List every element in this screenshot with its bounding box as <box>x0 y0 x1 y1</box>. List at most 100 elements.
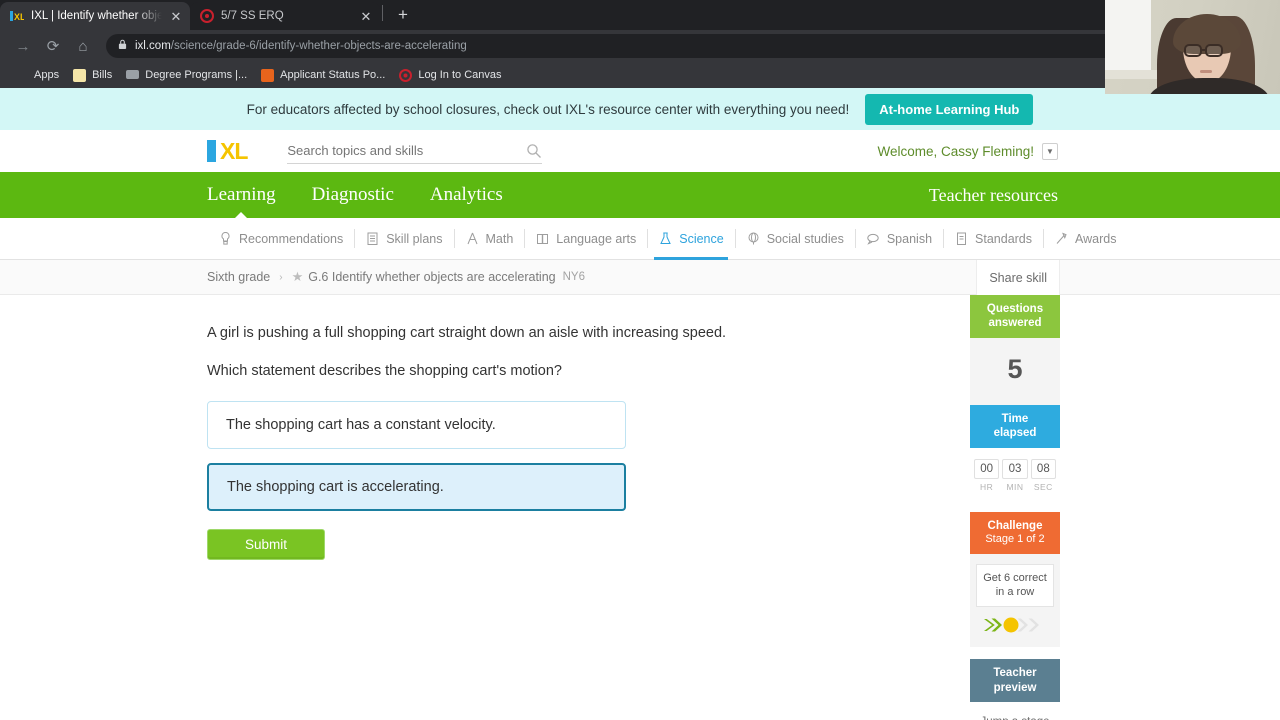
questions-answered-title-1: Questions <box>986 303 1044 315</box>
answer-choice-2[interactable]: The shopping cart is accelerating. <box>207 463 626 511</box>
teacher-preview-title-1: Teacher <box>993 667 1037 680</box>
tab-divider <box>382 4 383 21</box>
submit-button[interactable]: Submit <box>207 529 325 560</box>
promo-text: For educators affected by school closure… <box>246 101 850 117</box>
time-elapsed-card: Time elapsed 00 HR 03 MIN 08 SEC <box>970 404 1060 500</box>
subject-spanish[interactable]: Spanish <box>854 218 943 259</box>
share-skill-button[interactable]: Share skill <box>976 260 1060 295</box>
subject-social-studies[interactable]: Social studies <box>734 218 855 259</box>
challenge-subtitle: Stage 1 of 2 <box>985 532 1045 545</box>
challenge-header: Challenge Stage 1 of 2 <box>970 511 1060 554</box>
questions-answered-card: Questions answered 5 <box>970 295 1060 405</box>
subject-awards[interactable]: Awards <box>1043 218 1127 259</box>
questions-answered-header: Questions answered <box>970 295 1060 338</box>
account-menu[interactable]: Welcome, Cassy Fleming! ▼ <box>877 142 1058 160</box>
bookmark-canvas[interactable]: Log In to Canvas <box>392 65 508 85</box>
at-home-learning-hub-button[interactable]: At-home Learning Hub <box>865 93 1034 125</box>
breadcrumb-skill-code: NY6 <box>562 271 585 283</box>
subject-standards[interactable]: Standards <box>943 218 1043 259</box>
screen: XL IXL | Identify whether objects are ✕ … <box>0 0 1280 720</box>
answer-choice-1[interactable]: The shopping cart has a constant velocit… <box>207 401 626 449</box>
subject-math[interactable]: Math <box>453 218 525 259</box>
browser-tab-active[interactable]: XL IXL | Identify whether objects are ✕ <box>0 2 190 30</box>
primary-nav: Learning Diagnostic Analytics Teacher re… <box>0 172 1280 218</box>
home-icon[interactable]: ⌂ <box>70 33 96 59</box>
timer-hours: 00 HR <box>974 458 1000 492</box>
search-box[interactable] <box>287 138 543 164</box>
nav-item-teacher-resources[interactable]: Teacher resources <box>929 185 1058 206</box>
panel-gap <box>970 499 1060 512</box>
questions-answered-title-2: answered <box>988 317 1042 330</box>
timer-minutes-label: MIN <box>1006 481 1024 492</box>
subject-skill-plans[interactable]: Skill plans <box>354 218 453 259</box>
bookmark-label: Log In to Canvas <box>418 69 502 81</box>
answer-choice-label: The shopping cart has a constant velocit… <box>226 417 496 433</box>
timer-display: 00 HR 03 MIN 08 SEC <box>974 456 1056 492</box>
bookmark-label: Degree Programs |... <box>145 69 248 81</box>
close-icon[interactable]: ✕ <box>358 8 374 24</box>
timer-hours-label: HR <box>980 481 994 492</box>
nav-item-diagnostic[interactable]: Diagnostic <box>312 184 394 206</box>
timer-minutes: 03 MIN <box>1002 458 1028 492</box>
bookmarks-bar: Apps Bills Degree Programs |... Applican… <box>0 62 1280 88</box>
subject-science[interactable]: Science <box>647 218 734 260</box>
search-input[interactable] <box>287 143 527 158</box>
teacher-preview-title-2: preview <box>993 681 1037 694</box>
subject-label: Social studies <box>766 231 844 246</box>
subject-language-arts[interactable]: Language arts <box>524 218 647 259</box>
challenge-title: Challenge <box>987 519 1043 532</box>
bookmark-bills[interactable]: Bills <box>66 65 119 85</box>
webcam-mouth <box>1200 70 1212 73</box>
star-icon[interactable]: ★ <box>292 269 304 285</box>
nav-item-analytics[interactable]: Analytics <box>430 184 503 206</box>
timer-seconds-label: SEC <box>1033 481 1053 492</box>
url-input[interactable]: ixl.com/science/grade-6/identify-whether… <box>106 34 1270 58</box>
open-book-icon <box>535 231 550 246</box>
canvas-favicon <box>200 9 214 23</box>
canvas-icon <box>399 68 413 82</box>
bookmark-label: Bills <box>92 69 113 81</box>
page-content: For educators affected by school closure… <box>0 88 1280 720</box>
questions-answered-value: 5 <box>1007 353 1023 384</box>
jump-a-stage-label: Jump a stage <box>974 710 1056 720</box>
challenge-progress <box>974 617 1056 639</box>
webcam-window <box>1105 0 1151 74</box>
tab-title: 5/7 SS ERQ <box>221 10 284 22</box>
url-text: ixl.com/science/grade-6/identify-whether… <box>135 40 467 52</box>
bookmark-applicant-status[interactable]: Applicant Status Po... <box>254 65 392 85</box>
breadcrumb-grade[interactable]: Sixth grade <box>207 270 270 284</box>
promo-banner: For educators affected by school closure… <box>0 88 1280 130</box>
subject-recommendations[interactable]: Recommendations <box>207 218 354 259</box>
bookmark-label: Applicant Status Po... <box>280 69 386 81</box>
time-elapsed-title-2: elapsed <box>993 427 1037 440</box>
time-elapsed-body: 00 HR 03 MIN 08 SEC <box>970 447 1060 500</box>
teacher-preview-body: Jump a stage « » Teacher results not rec… <box>970 702 1060 720</box>
close-icon[interactable]: ✕ <box>168 8 184 24</box>
tab-title: IXL | Identify whether objects are <box>31 10 162 22</box>
nav-item-learning[interactable]: Learning <box>207 184 276 206</box>
reload-icon[interactable]: ⟳ <box>40 33 66 59</box>
webcam-overlay[interactable] <box>1105 0 1280 94</box>
browser-tab-inactive[interactable]: 5/7 SS ERQ ✕ <box>190 2 380 30</box>
timer-seconds: 08 SEC <box>1030 458 1056 492</box>
ixl-logo[interactable]: XL <box>207 138 248 164</box>
chevron-down-icon[interactable]: ▼ <box>1042 142 1058 160</box>
ixl-favicon: XL <box>10 9 26 23</box>
logo-xl-text: XL <box>220 138 248 164</box>
address-bar: → ⟳ ⌂ ixl.com/science/grade-6/identify-w… <box>0 30 1280 62</box>
subject-nav: Recommendations Skill plans Math Languag… <box>0 218 1280 260</box>
time-elapsed-header: Time elapsed <box>970 404 1060 448</box>
forward-icon[interactable]: → <box>10 33 36 59</box>
svg-text:XL: XL <box>14 12 24 22</box>
search-icon[interactable] <box>526 143 542 159</box>
breadcrumb-skill: G.6 Identify whether objects are acceler… <box>308 270 556 284</box>
apps-icon <box>15 69 28 82</box>
question-prompt: Which statement describes the shopping c… <box>207 363 562 379</box>
ribbon-icon <box>1054 231 1069 246</box>
lightbulb-icon <box>218 231 233 246</box>
bookmark-apps[interactable]: Apps <box>8 65 66 85</box>
browser-chrome: XL IXL | Identify whether objects are ✕ … <box>0 0 1280 88</box>
bookmark-degree-programs[interactable]: Degree Programs |... <box>119 65 254 85</box>
skill-sidebar: Questions answered 5 Time elapsed 00 HR … <box>970 295 1060 720</box>
new-tab-button[interactable]: + <box>389 1 417 29</box>
